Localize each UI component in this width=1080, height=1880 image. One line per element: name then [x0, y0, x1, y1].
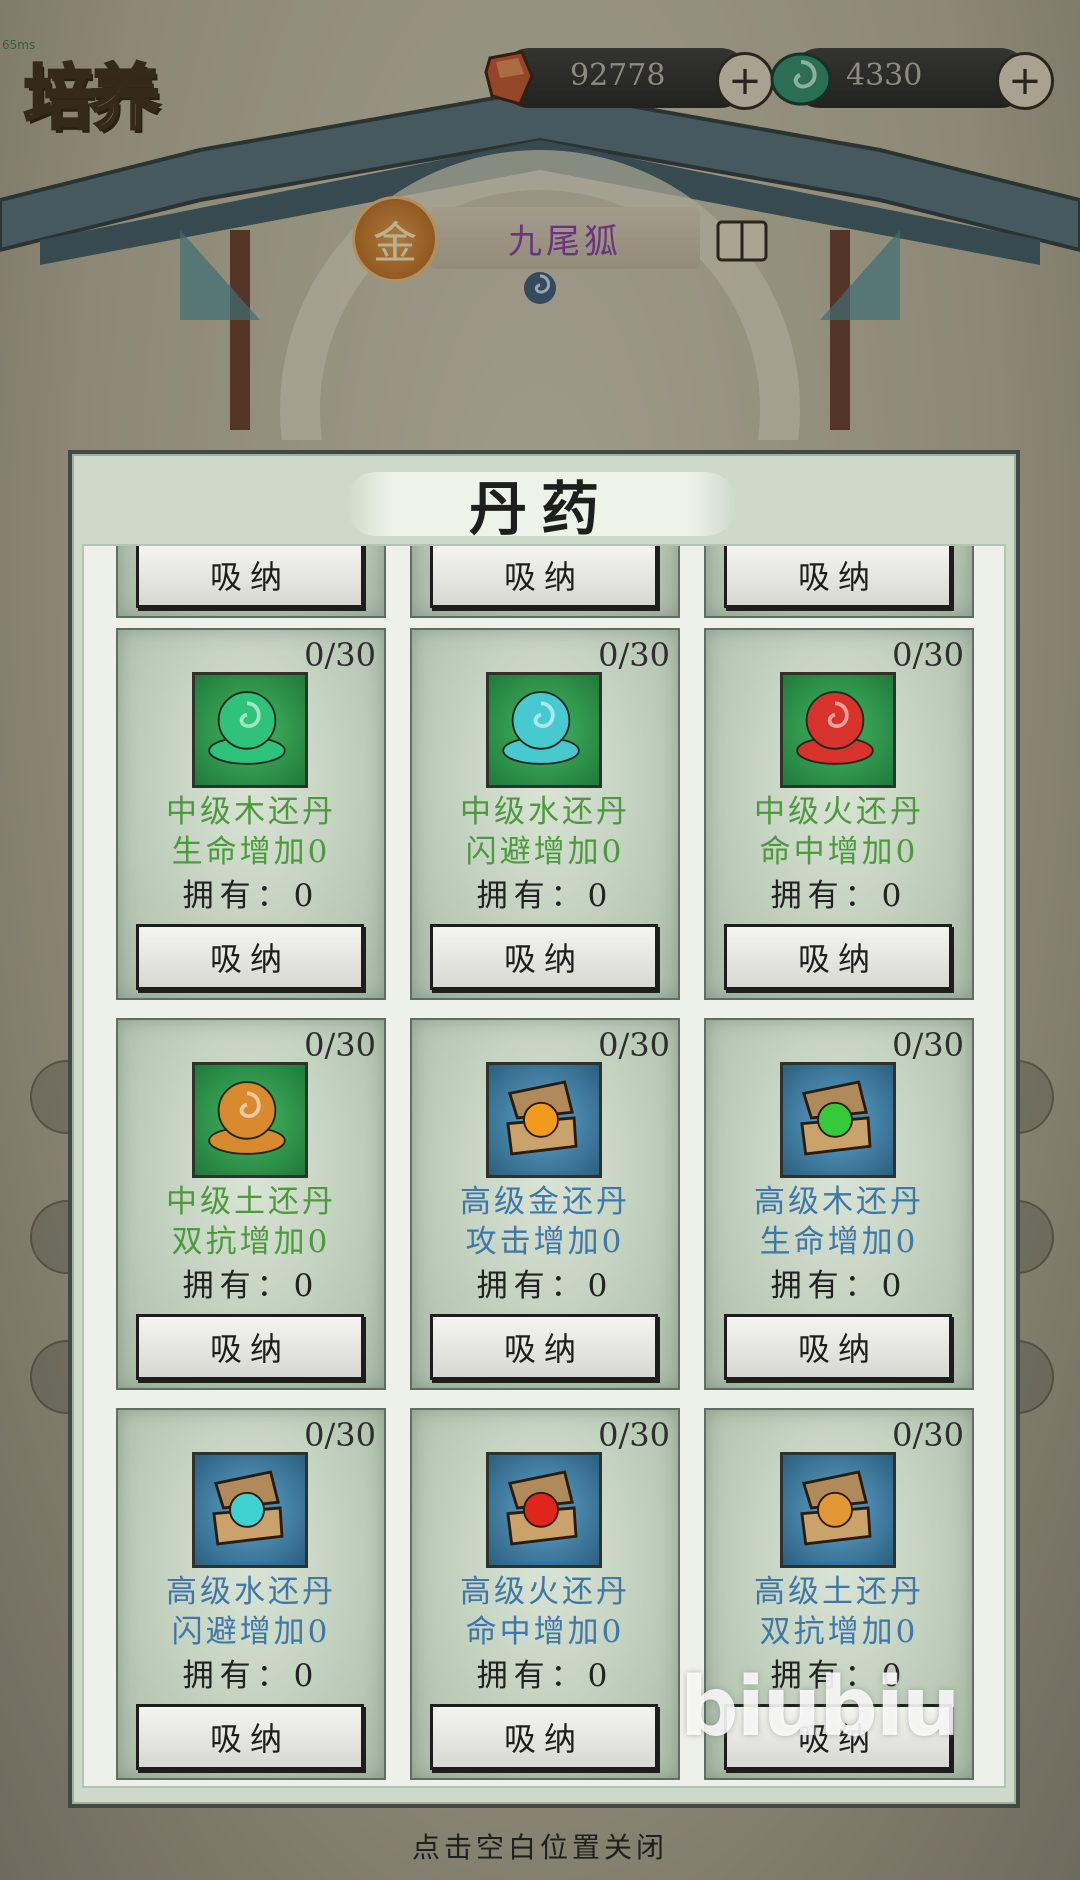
pill-count: 0/30 — [598, 636, 670, 674]
absorb-button[interactable]: 吸纳 — [136, 1314, 364, 1380]
pill-orb-icon — [192, 672, 308, 788]
pill-chest-icon — [780, 1452, 896, 1568]
pill-card: 0/30 高级金还丹攻击增加0 拥有：0 吸纳 — [410, 1018, 680, 1390]
pill-owned-count: 拥有：0 — [476, 1268, 614, 1304]
pill-owned-count: 拥有：0 — [182, 878, 320, 914]
modal-title-banner: 丹药 — [346, 472, 736, 543]
absorb-button[interactable]: 吸纳 — [724, 546, 952, 608]
absorb-button[interactable]: 吸纳 — [430, 1704, 658, 1770]
pill-card: 0/30 高级木还丹生命增加0 拥有：0 吸纳 — [704, 1018, 974, 1390]
pill-orb-icon — [192, 1062, 308, 1178]
absorb-button[interactable]: 吸纳 — [430, 924, 658, 990]
pill-card: 0/30 高级水还丹闪避增加0 拥有：0 吸纳 — [116, 1408, 386, 1780]
pill-list[interactable]: 吸纳 吸纳 吸纳 0/30 中级木还丹生命增加0 拥有：0 吸纳 0/30 中级水还丹闪避… — [82, 544, 1006, 1788]
pill-count: 0/30 — [304, 1026, 376, 1064]
pill-chest-icon — [192, 1452, 308, 1568]
pill-name: 高级木还丹 — [754, 1184, 924, 1220]
pill-chest-icon — [486, 1062, 602, 1178]
pill-name: 高级火还丹 — [460, 1574, 630, 1610]
watermark: biubiu — [680, 1660, 960, 1755]
absorb-button[interactable]: 吸纳 — [430, 1314, 658, 1380]
close-hint: 点击空白位置关闭 — [411, 1831, 668, 1864]
pill-owned-count: 拥有：0 — [182, 1658, 320, 1694]
pill-owned-count: 拥有：0 — [770, 878, 908, 914]
absorb-button[interactable]: 吸纳 — [136, 546, 364, 608]
pill-count: 0/30 — [892, 636, 964, 674]
pill-card-partial: 吸纳 — [410, 546, 680, 618]
pill-name: 高级水还丹 — [166, 1574, 336, 1610]
pill-count: 0/30 — [304, 1416, 376, 1454]
pill-owned-count: 拥有：0 — [770, 1268, 908, 1304]
pill-effect: 攻击增加0 — [465, 1224, 625, 1260]
pill-name: 高级土还丹 — [754, 1574, 924, 1610]
pill-effect: 闪避增加0 — [465, 834, 625, 870]
pill-card: 0/30 中级水还丹闪避增加0 拥有：0 吸纳 — [410, 628, 680, 1000]
pill-orb-icon — [486, 672, 602, 788]
pill-count: 0/30 — [598, 1026, 670, 1064]
pill-name: 高级金还丹 — [460, 1184, 630, 1220]
pill-effect: 生命增加0 — [759, 1224, 919, 1260]
pill-count: 0/30 — [892, 1026, 964, 1064]
pill-modal: 丹药 吸纳 吸纳 吸纳 0/30 中级木还丹生命增加0 拥有：0 吸纳 0/30 中级水还… — [68, 450, 1020, 1808]
pill-effect: 命中增加0 — [759, 834, 919, 870]
absorb-button[interactable]: 吸纳 — [430, 546, 658, 608]
pill-card-partial: 吸纳 — [116, 546, 386, 618]
modal-title: 丹药 — [468, 475, 613, 543]
pill-card: 0/30 中级土还丹双抗增加0 拥有：0 吸纳 — [116, 1018, 386, 1390]
pill-card: 0/30 中级火还丹命中增加0 拥有：0 吸纳 — [704, 628, 974, 1000]
pill-owned-count: 拥有：0 — [182, 1268, 320, 1304]
pill-count: 0/30 — [304, 636, 376, 674]
absorb-button[interactable]: 吸纳 — [724, 924, 952, 990]
pill-chest-icon — [780, 1062, 896, 1178]
pill-card-partial: 吸纳 — [704, 546, 974, 618]
pill-effect: 双抗增加0 — [171, 1224, 331, 1260]
pill-name: 中级火还丹 — [754, 794, 924, 830]
pill-effect: 命中增加0 — [465, 1614, 625, 1650]
pill-owned-count: 拥有：0 — [476, 878, 614, 914]
pill-name: 中级土还丹 — [166, 1184, 336, 1220]
absorb-button[interactable]: 吸纳 — [136, 1704, 364, 1770]
pill-count: 0/30 — [892, 1416, 964, 1454]
pill-count: 0/30 — [598, 1416, 670, 1454]
pill-effect: 闪避增加0 — [171, 1614, 331, 1650]
pill-owned-count: 拥有：0 — [476, 1658, 614, 1694]
absorb-button[interactable]: 吸纳 — [136, 924, 364, 990]
pill-card: 0/30 高级火还丹命中增加0 拥有：0 吸纳 — [410, 1408, 680, 1780]
pill-chest-icon — [486, 1452, 602, 1568]
pill-name: 中级水还丹 — [460, 794, 630, 830]
pill-name: 中级木还丹 — [166, 794, 336, 830]
absorb-button[interactable]: 吸纳 — [724, 1314, 952, 1380]
pill-card: 0/30 中级木还丹生命增加0 拥有：0 吸纳 — [116, 628, 386, 1000]
pill-effect: 双抗增加0 — [759, 1614, 919, 1650]
pill-orb-icon — [780, 672, 896, 788]
pill-effect: 生命增加0 — [171, 834, 331, 870]
